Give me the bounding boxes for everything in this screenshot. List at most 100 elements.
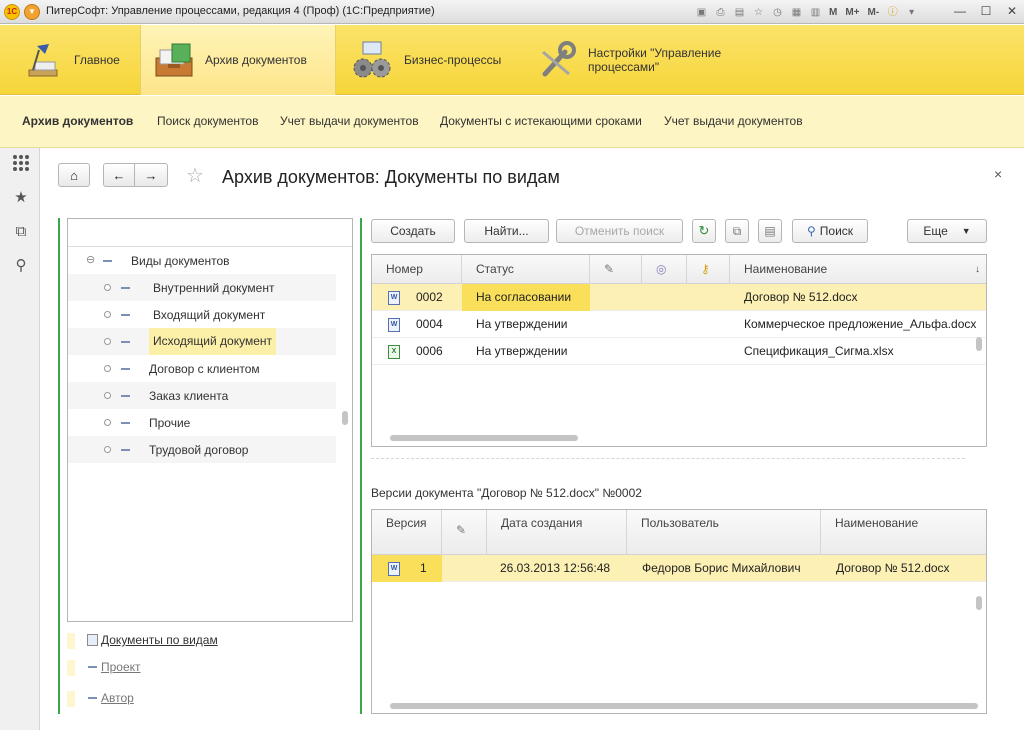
refresh-button[interactable]: ↻ <box>692 219 716 243</box>
home-icon: ⌂ <box>70 167 78 183</box>
versions-vscrollbar[interactable] <box>976 596 982 610</box>
find-button[interactable]: Найти... <box>464 219 549 243</box>
sections-panel: Главное Архив документов Бизнес-процессы… <box>0 25 1024 95</box>
key-icon: ⚷ <box>701 262 710 276</box>
documents-vscrollbar[interactable] <box>976 337 982 351</box>
pencil-icon: ✎ <box>456 523 467 537</box>
func-issue-accounting[interactable]: Учет выдачи документов <box>280 114 419 128</box>
memory-plus-button[interactable]: M+ <box>845 5 859 20</box>
column-user[interactable]: Пользователь <box>627 510 821 555</box>
copy-icon: ⧉ <box>732 223 742 238</box>
column-version[interactable]: Версия <box>372 510 442 555</box>
page-title: Архив документов: Документы по видам <box>222 167 560 187</box>
history-icon[interactable]: ◷ <box>770 5 785 20</box>
create-button[interactable]: Создать <box>371 219 455 243</box>
wrench-icon <box>534 37 580 83</box>
column-number[interactable]: Номер <box>372 255 462 284</box>
desk-lamp-icon <box>20 37 66 83</box>
report-icon: ▤ <box>764 224 776 238</box>
left-toolbar: ★ ⧉ ⚲ <box>0 148 40 730</box>
main-menu-button[interactable]: ▼ <box>24 4 40 20</box>
tree-item-selected[interactable]: Исходящий документ <box>68 328 336 355</box>
forward-button[interactable]: → <box>134 163 168 187</box>
excel-file-icon: X <box>388 345 400 359</box>
functions-bar: Архив документов Поиск документов Учет в… <box>0 96 1024 148</box>
list-icon <box>87 634 98 646</box>
memory-button[interactable]: M <box>829 5 837 20</box>
table-row[interactable]: W 0002 На согласовании Договор № 512.doc… <box>372 284 986 311</box>
section-settings[interactable]: Настройки "Управление процессами" <box>534 25 754 95</box>
column-edited[interactable]: ✎ <box>442 510 487 555</box>
collapse-icon[interactable]: ⊖ <box>86 253 95 266</box>
word-file-icon: W <box>388 562 400 576</box>
column-status[interactable]: Статус <box>462 255 590 284</box>
chevron-down-icon[interactable]: ▾ <box>904 5 919 20</box>
column-signed[interactable]: ◎ <box>642 255 687 284</box>
favorite-star-icon[interactable]: ☆ <box>186 163 204 188</box>
memory-minus-button[interactable]: M- <box>868 5 880 20</box>
versions-label: Версии документа "Договор № 512.docx" №0… <box>371 486 642 500</box>
versions-table: Версия ✎ Дата создания Пользователь Наим… <box>371 509 987 714</box>
column-edited[interactable]: ✎ <box>590 255 642 284</box>
seal-icon: ◎ <box>656 262 667 276</box>
maximize-button[interactable]: ☐ <box>978 3 994 19</box>
cancel-search-button[interactable]: Отменить поиск <box>556 219 683 243</box>
splitter-left <box>58 218 60 714</box>
tree-item[interactable]: Заказ клиента <box>68 382 336 409</box>
gears-icon <box>350 37 396 83</box>
column-name[interactable]: Наименование <box>821 510 981 555</box>
tree-item[interactable]: Входящий документ <box>68 301 336 328</box>
save-icon[interactable]: ▣ <box>694 5 709 20</box>
word-file-icon: W <box>388 291 400 305</box>
favorites-add-icon[interactable]: ☆ <box>751 5 766 20</box>
print-icon[interactable]: ⎙ <box>713 5 728 20</box>
tree-root[interactable]: ⊖ Виды документов <box>68 247 336 274</box>
app-logo-icon: 1С <box>4 4 20 20</box>
copy-button[interactable]: ⧉ <box>725 219 749 243</box>
tree-item[interactable]: Прочие <box>68 409 336 436</box>
tree-scrollbar[interactable] <box>342 411 348 425</box>
home-button[interactable]: ⌂ <box>58 163 90 187</box>
report-button[interactable]: ▤ <box>758 219 782 243</box>
column-key[interactable]: ⚷ <box>687 255 730 284</box>
sort-arrow-icon: ↓ <box>975 264 980 275</box>
title-bar: 1С ▼ ПитерСофт: Управление процессами, р… <box>0 0 1024 24</box>
func-expiring-documents[interactable]: Документы с истекающими сроками <box>440 114 642 128</box>
back-button[interactable]: ← <box>103 163 135 187</box>
calendar-icon[interactable]: ▥ <box>808 5 823 20</box>
search-button[interactable]: ⚲ Поиск <box>792 219 868 243</box>
func-issue-accounting-2[interactable]: Учет выдачи документов <box>664 114 803 128</box>
favorites-star-icon[interactable]: ★ <box>12 189 30 207</box>
close-form-button[interactable]: × <box>994 166 1002 182</box>
func-archive[interactable]: Архив документов <box>22 114 133 128</box>
more-button[interactable]: Еще ▼ <box>907 219 987 243</box>
section-main[interactable]: Главное <box>20 25 136 95</box>
table-row[interactable]: W 1 26.03.2013 12:56:48 Федоров Борис Ми… <box>372 555 986 582</box>
table-row[interactable]: X 0006 На утверждении Спецификация_Сигма… <box>372 338 986 365</box>
tree-item[interactable]: Внутренний документ <box>68 274 336 301</box>
history-copy-icon[interactable]: ⧉ <box>12 223 30 241</box>
minimize-button[interactable]: — <box>952 3 968 19</box>
section-archive[interactable]: Архив документов <box>140 25 336 95</box>
func-search-documents[interactable]: Поиск документов <box>157 114 258 128</box>
column-name[interactable]: Наименование ↓ <box>730 255 980 284</box>
preview-icon[interactable]: ▤ <box>732 5 747 20</box>
info-icon[interactable]: ⓘ <box>885 5 900 20</box>
magnifier-icon: ⚲ <box>806 224 816 238</box>
search-icon[interactable]: ⚲ <box>12 257 30 275</box>
column-created[interactable]: Дата создания <box>487 510 627 555</box>
splitter-middle[interactable] <box>360 218 362 714</box>
word-file-icon: W <box>388 318 400 332</box>
section-business-processes[interactable]: Бизнес-процессы <box>350 25 520 95</box>
apps-grid-icon[interactable] <box>12 154 30 172</box>
calculator-icon[interactable]: ▦ <box>789 5 804 20</box>
archive-box-icon <box>151 37 197 83</box>
close-window-button[interactable]: ✕ <box>1004 3 1020 19</box>
arrow-right-icon: → <box>144 167 158 183</box>
documents-hscrollbar[interactable] <box>390 435 578 441</box>
table-row[interactable]: W 0004 На утверждении Коммерческое предл… <box>372 311 986 338</box>
document-types-tree: ⊖ Виды документов Внутренний документ Вх… <box>67 218 353 622</box>
tree-item[interactable]: Договор с клиентом <box>68 355 336 382</box>
versions-hscrollbar[interactable] <box>390 703 978 709</box>
tree-item[interactable]: Трудовой договор <box>68 436 336 463</box>
